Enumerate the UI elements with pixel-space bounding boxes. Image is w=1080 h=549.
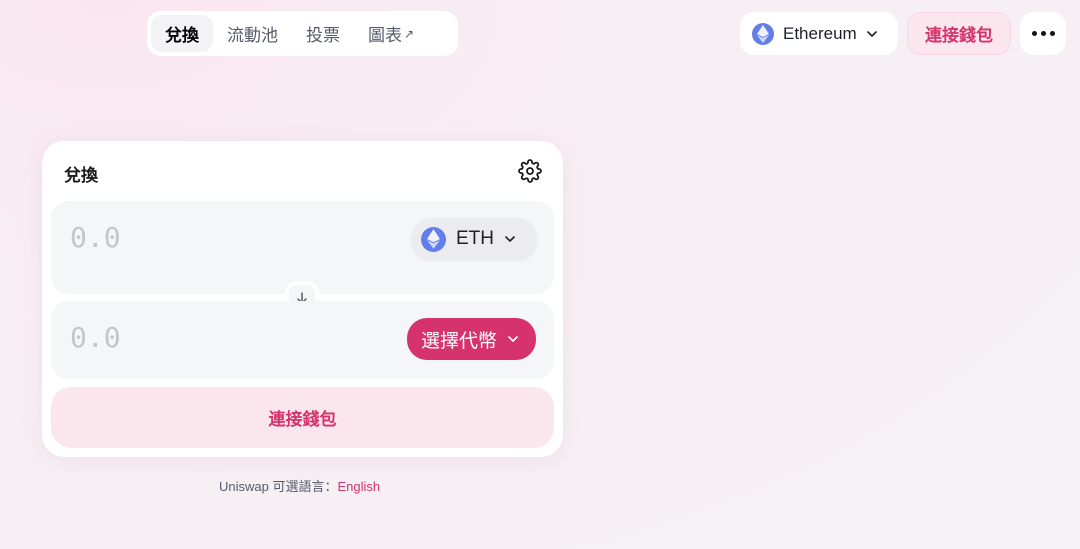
select-token-label: 選擇代幣: [421, 330, 498, 352]
tab-charts-label: 圖表: [368, 26, 402, 45]
network-label: Ethereum: [783, 23, 857, 43]
chevron-down-icon: [508, 336, 518, 342]
input-token-symbol: ETH: [456, 228, 494, 249]
select-token-button[interactable]: 選擇代幣: [407, 318, 536, 360]
language-prefix: Uniswap 可選語言：: [219, 479, 338, 494]
more-menu-button[interactable]: [1020, 12, 1066, 55]
tab-swap-label: 兌換: [165, 26, 199, 45]
chevron-down-icon: [866, 30, 877, 37]
nav-tabs: 兌換 流動池 投票 圖表 ↗: [147, 11, 458, 56]
ellipsis-icon: [1031, 31, 1037, 36]
output-amount-field[interactable]: [70, 321, 270, 354]
swap-card: 兌換 ETH 選擇代幣 連接錢包: [42, 141, 563, 457]
ethereum-icon: [752, 22, 774, 45]
swap-title: 兌換: [64, 166, 98, 185]
language-link-english[interactable]: English: [337, 479, 380, 494]
tab-vote[interactable]: 投票: [292, 15, 354, 52]
language-line: Uniswap 可選語言：English: [219, 476, 380, 495]
ethereum-icon: [421, 226, 446, 252]
tab-vote-label: 投票: [306, 26, 340, 45]
gear-icon[interactable]: [518, 159, 542, 183]
input-token-selector[interactable]: ETH: [411, 218, 537, 260]
output-panel: 選擇代幣: [51, 301, 554, 379]
tab-pool-label: 流動池: [227, 26, 278, 45]
external-link-icon: ↗: [404, 26, 415, 41]
connect-wallet-header-button[interactable]: 連接錢包: [907, 12, 1011, 55]
connect-wallet-label: 連接錢包: [268, 410, 337, 429]
connect-wallet-header-label: 連接錢包: [925, 26, 993, 45]
tab-pool[interactable]: 流動池: [213, 15, 292, 52]
network-selector[interactable]: Ethereum: [740, 12, 898, 55]
tab-charts[interactable]: 圖表 ↗: [354, 15, 428, 52]
chevron-down-icon: [505, 236, 515, 242]
connect-wallet-button[interactable]: 連接錢包: [51, 387, 554, 448]
input-amount-field[interactable]: [70, 221, 270, 254]
tab-swap[interactable]: 兌換: [151, 15, 213, 52]
